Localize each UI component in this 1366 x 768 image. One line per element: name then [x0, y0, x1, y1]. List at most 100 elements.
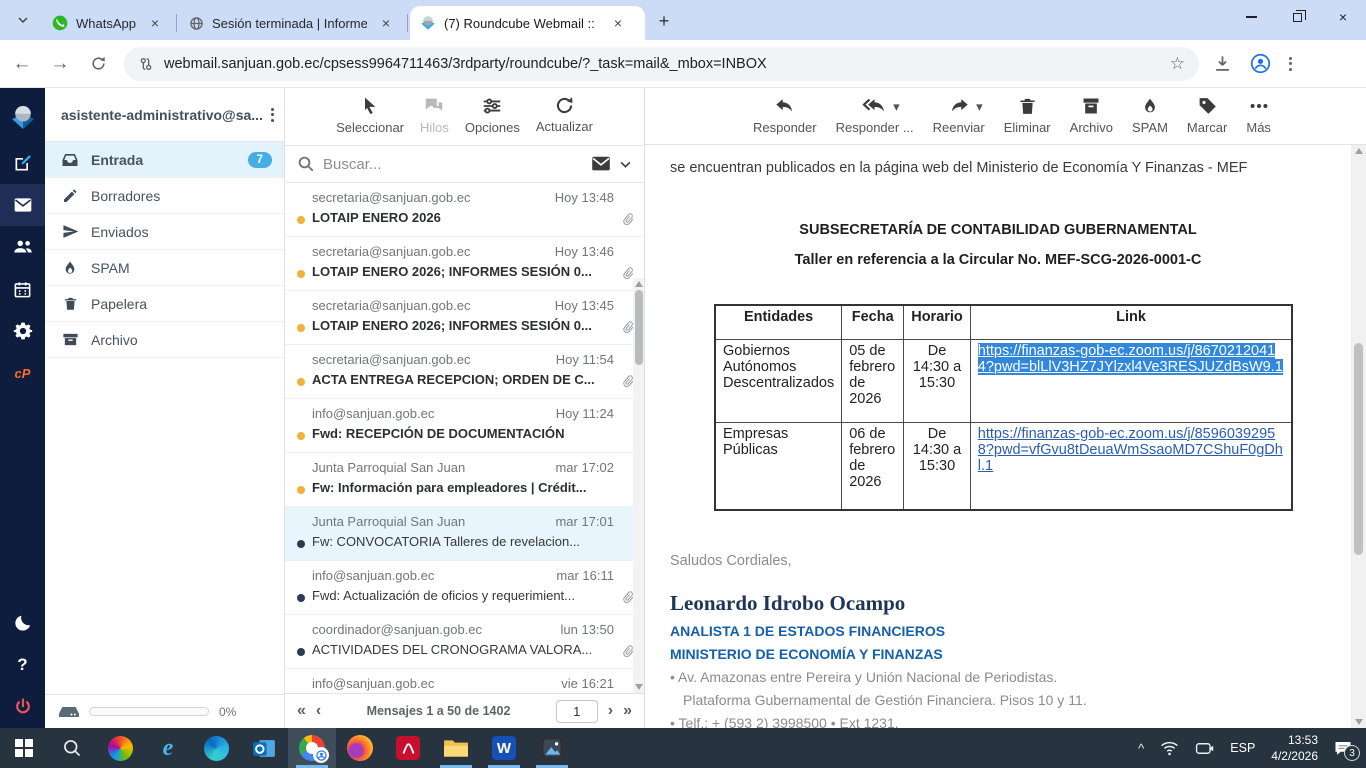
tab-whatsapp[interactable]: WhatsApp ×: [42, 6, 174, 40]
first-page-button[interactable]: «: [297, 702, 306, 720]
taskbar-copilot[interactable]: [96, 728, 144, 768]
window-minimize-button[interactable]: [1228, 0, 1274, 34]
start-button[interactable]: [0, 728, 48, 768]
address-bar[interactable]: webmail.sanjuan.gob.ec/cpsess9964711463/…: [124, 47, 1199, 81]
forward-button[interactable]: ▾ Reenviar: [933, 95, 985, 135]
browser-menu-button[interactable]: [1289, 57, 1292, 71]
account-header[interactable]: asistente-administrativo@sa...: [45, 88, 284, 142]
forward-button[interactable]: →: [44, 48, 76, 80]
scrollbar-thumb[interactable]: [635, 290, 643, 365]
tab-search-button[interactable]: [8, 6, 38, 34]
site-info-icon[interactable]: [138, 56, 154, 72]
message-row[interactable]: secretaria@sanjuan.gob.ecHoy 13:48 LOTAI…: [285, 183, 644, 237]
search-scope-mail-icon[interactable]: [591, 156, 611, 172]
notification-center-button[interactable]: 3: [1334, 740, 1352, 756]
message-row[interactable]: secretaria@sanjuan.gob.ecHoy 11:54 ACTA …: [285, 345, 644, 399]
folder-papelera[interactable]: Papelera: [45, 286, 284, 322]
wifi-icon[interactable]: [1160, 740, 1179, 756]
zoom-link-selected[interactable]: https://finanzas-gob-ec.zoom.us/j/867021…: [978, 343, 1283, 375]
meet-now-icon[interactable]: [1195, 741, 1214, 756]
mail-nav-button[interactable]: [0, 184, 45, 226]
message-row[interactable]: info@sanjuan.gob.ecmar 16:11 Fwd: Actual…: [285, 561, 644, 615]
taskbar-edge[interactable]: [192, 728, 240, 768]
globe-icon: [189, 16, 204, 31]
account-menu-button[interactable]: [271, 108, 274, 122]
spam-button[interactable]: SPAM: [1132, 95, 1168, 135]
contacts-nav-button[interactable]: [0, 226, 45, 268]
bookmark-star-icon[interactable]: ☆: [1170, 54, 1185, 74]
taskbar-chrome-active[interactable]: [288, 728, 336, 768]
tab-roundcube-active[interactable]: (7) Roundcube Webmail :: Entra ×: [410, 6, 645, 40]
mark-button[interactable]: Marcar: [1187, 95, 1227, 135]
archive-button[interactable]: Archivo: [1070, 95, 1113, 135]
new-tab-button[interactable]: +: [651, 8, 677, 34]
window-close-button[interactable]: ×: [1320, 0, 1366, 34]
settings-nav-button[interactable]: [0, 310, 45, 352]
taskbar-word[interactable]: W: [480, 728, 528, 768]
back-button[interactable]: ←: [6, 48, 38, 80]
delete-button[interactable]: Eliminar: [1004, 95, 1051, 135]
scroll-down-icon[interactable]: [1355, 719, 1363, 725]
tab-close-icon[interactable]: ×: [377, 14, 395, 32]
message-row[interactable]: coordinador@sanjuan.gob.eclun 13:50 ACTI…: [285, 615, 644, 669]
next-page-button[interactable]: ›: [608, 702, 613, 720]
folder-entrada[interactable]: Entrada 7: [45, 142, 284, 178]
profile-button[interactable]: [1250, 53, 1271, 74]
taskbar-clock[interactable]: 13:53 4/2/2026: [1271, 732, 1318, 764]
taskbar-outlook[interactable]: [240, 728, 288, 768]
scroll-up-icon[interactable]: [1355, 148, 1363, 154]
options-button[interactable]: Opciones: [465, 95, 520, 135]
downloads-button[interactable]: [1213, 54, 1232, 73]
taskbar-internet-explorer[interactable]: e: [144, 728, 192, 768]
search-input[interactable]: [323, 156, 583, 173]
tray-expand-chevron[interactable]: ^: [1138, 741, 1144, 756]
message-row[interactable]: secretaria@sanjuan.gob.ecHoy 13:46 LOTAI…: [285, 237, 644, 291]
scroll-down-icon[interactable]: [635, 684, 643, 690]
dark-mode-button[interactable]: [0, 602, 45, 644]
prev-page-button[interactable]: ‹: [316, 702, 321, 720]
folder-spam[interactable]: SPAM: [45, 250, 284, 286]
reply-all-caret-icon[interactable]: ▾: [893, 99, 900, 115]
zoom-link[interactable]: https://finanzas-gob-ec.zoom.us/j/859603…: [978, 426, 1283, 474]
message-row-selected[interactable]: Junta Parroquial San Juanmar 17:01 Fw: C…: [285, 507, 644, 561]
forward-caret-icon[interactable]: ▾: [976, 99, 983, 115]
search-options-chevron-icon[interactable]: [619, 158, 632, 171]
page-number-input[interactable]: [556, 700, 598, 723]
last-page-button[interactable]: »: [623, 702, 632, 720]
taskbar-firefox[interactable]: [336, 728, 384, 768]
calendar-nav-button[interactable]: [0, 268, 45, 310]
help-button[interactable]: ?: [0, 644, 45, 686]
scrollbar-thumb[interactable]: [1354, 343, 1363, 555]
message-row[interactable]: secretaria@sanjuan.gob.ecHoy 13:45 LOTAI…: [285, 291, 644, 345]
tab-close-icon[interactable]: ×: [609, 14, 627, 32]
reply-button[interactable]: Responder: [753, 95, 817, 135]
cpanel-logo[interactable]: cP: [0, 352, 45, 394]
taskbar-search-button[interactable]: [48, 728, 96, 768]
list-scrollbar[interactable]: [633, 278, 644, 693]
more-button[interactable]: Más: [1246, 95, 1271, 135]
taskbar-acrobat[interactable]: [384, 728, 432, 768]
folder-archivo[interactable]: Archivo: [45, 322, 284, 358]
logout-button[interactable]: [0, 686, 45, 728]
message-row[interactable]: Junta Parroquial San Juanmar 17:02 Fw: I…: [285, 453, 644, 507]
folder-enviados[interactable]: Enviados: [45, 214, 284, 250]
reply-all-button[interactable]: ▾ Responder ...: [836, 95, 914, 135]
compose-button[interactable]: [0, 142, 45, 184]
message-row[interactable]: info@sanjuan.gob.ecHoy 11:24 Fwd: RECEPC…: [285, 399, 644, 453]
storage-progress-bar: [89, 707, 209, 716]
folder-borradores[interactable]: Borradores: [45, 178, 284, 214]
tab-close-icon[interactable]: ×: [146, 14, 164, 32]
reload-button[interactable]: [82, 48, 114, 80]
taskbar-file-explorer[interactable]: [432, 728, 480, 768]
window-restore-button[interactable]: [1274, 0, 1320, 34]
language-indicator[interactable]: ESP: [1230, 741, 1255, 755]
message-row[interactable]: info@sanjuan.gob.ecvie 16:21: [285, 669, 644, 693]
taskbar-photos[interactable]: [528, 728, 576, 768]
scroll-up-icon[interactable]: [635, 281, 643, 287]
time-cell: De 14:30 a 15:30: [904, 422, 971, 510]
threads-button[interactable]: Hilos: [420, 95, 449, 135]
tab-sesion-terminada[interactable]: Sesión terminada | Informes Me ×: [179, 6, 405, 40]
refresh-button[interactable]: Actualizar: [536, 95, 593, 134]
reader-scrollbar[interactable]: [1351, 145, 1366, 728]
select-button[interactable]: Seleccionar: [336, 95, 404, 135]
